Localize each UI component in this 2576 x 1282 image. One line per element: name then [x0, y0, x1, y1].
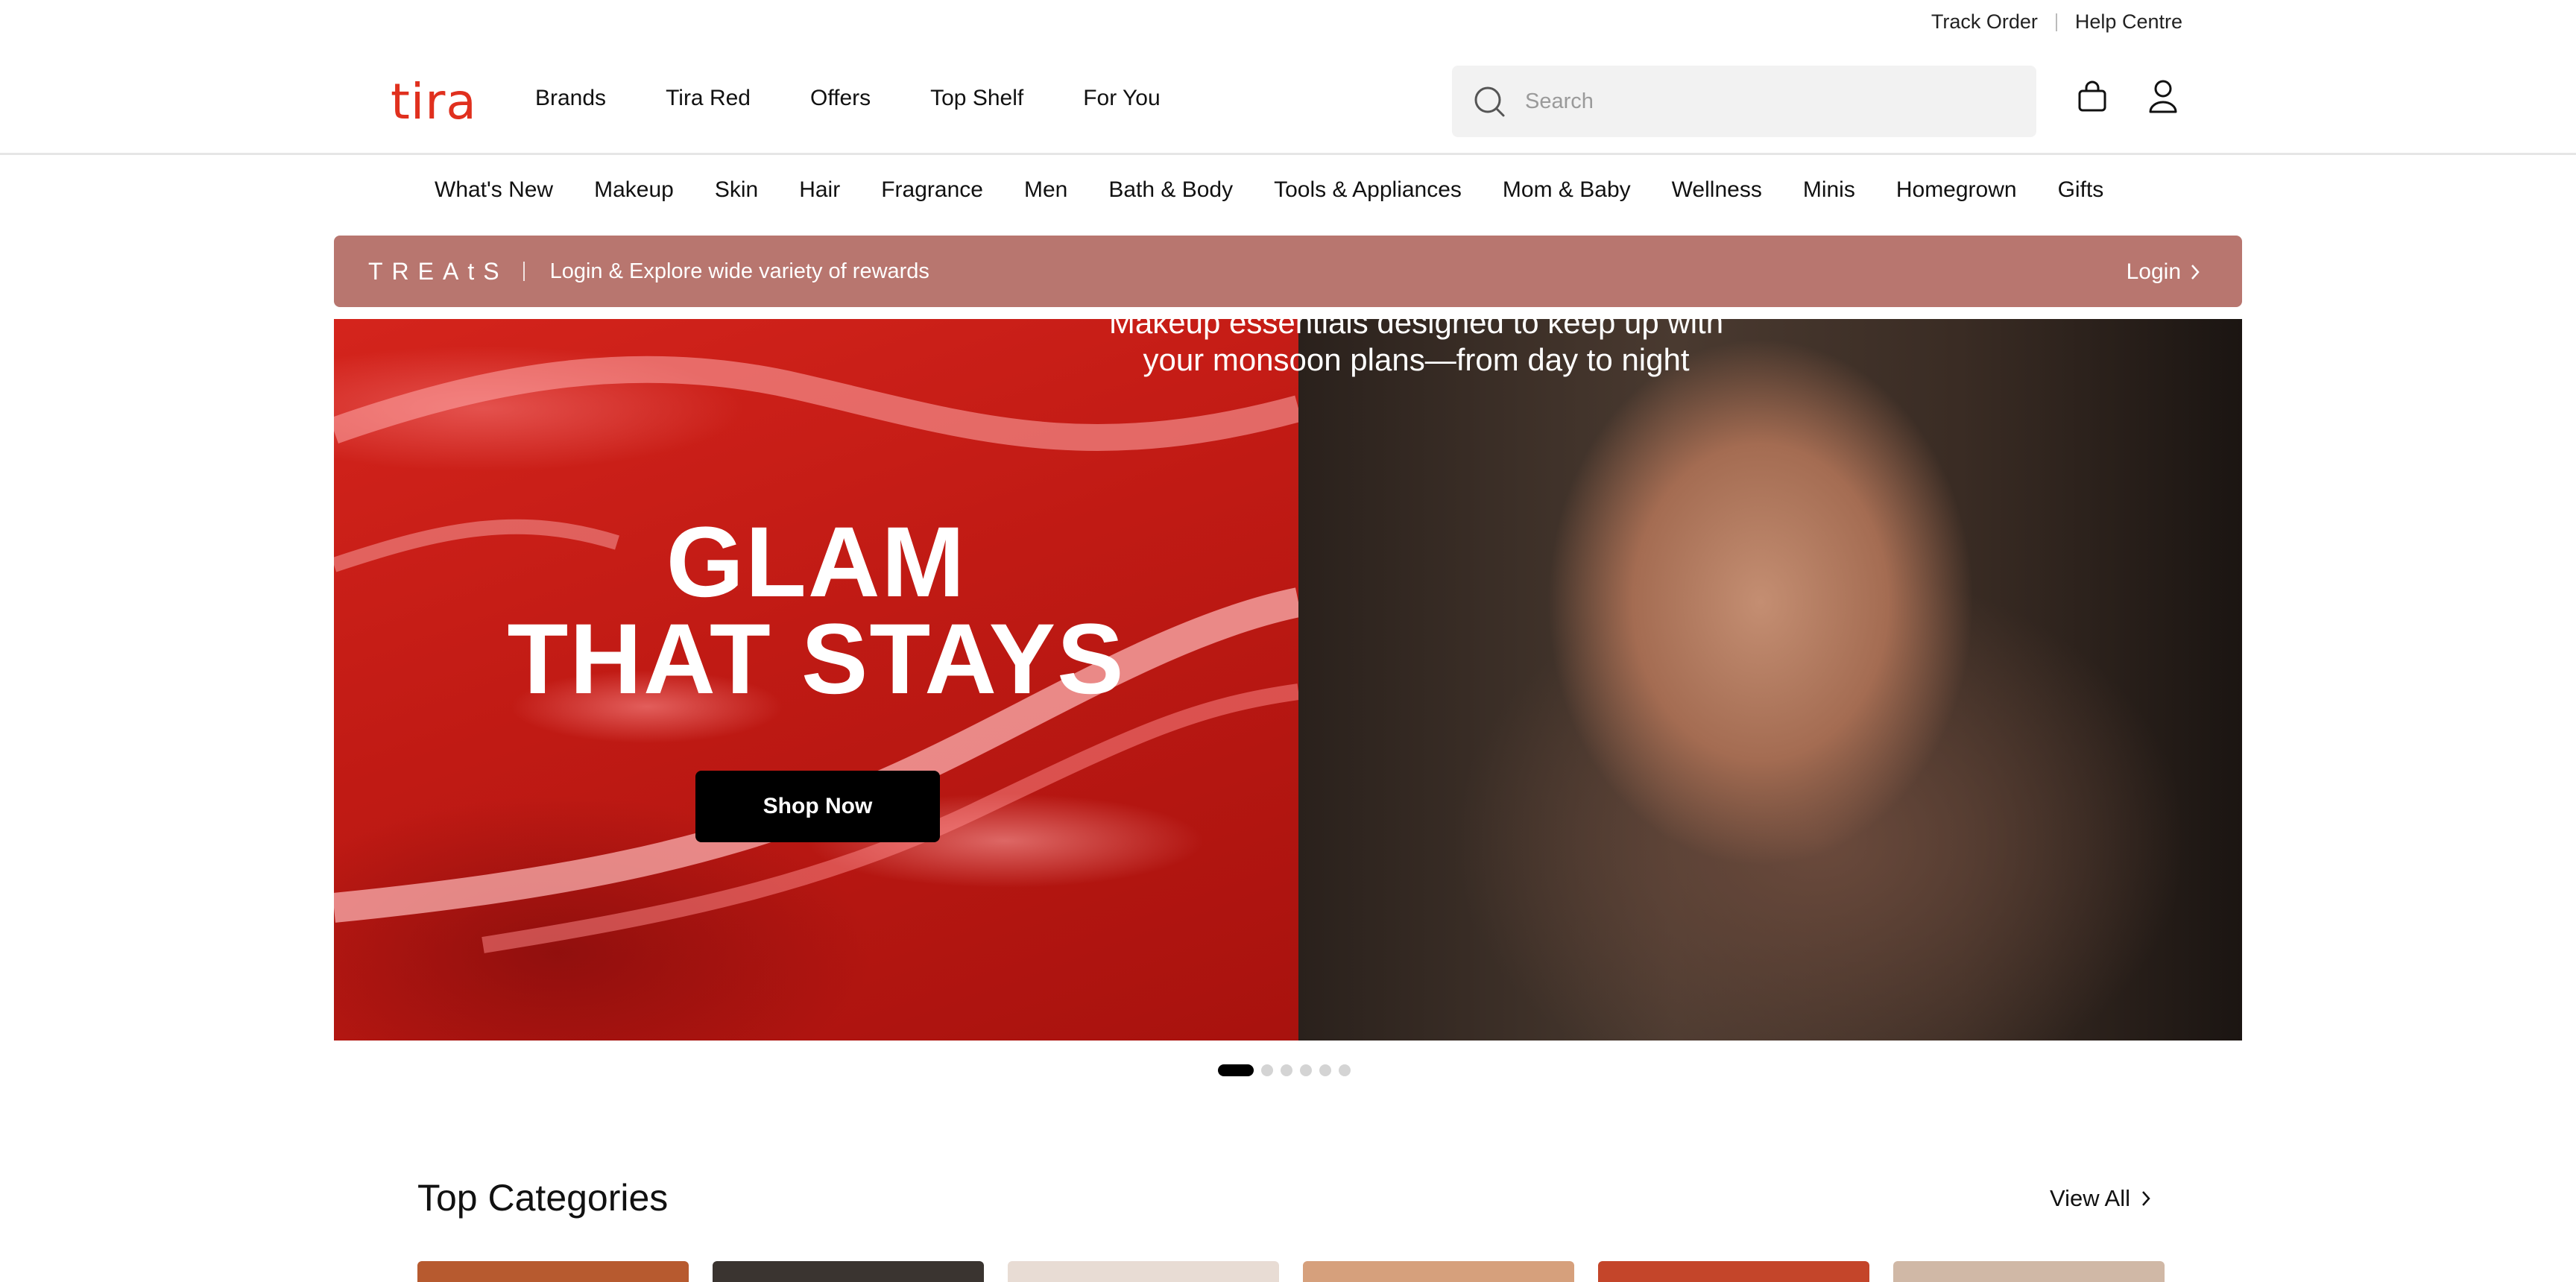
- nav-tira-red[interactable]: Tira Red: [666, 86, 751, 111]
- nav-offers[interactable]: Offers: [810, 86, 871, 111]
- category-homegrown[interactable]: Homegrown: [1896, 177, 2017, 203]
- category-minis[interactable]: Minis: [1803, 177, 1855, 203]
- search-bar[interactable]: Search: [1452, 66, 2036, 137]
- category-card[interactable]: [1303, 1261, 1574, 1282]
- nav-for-you[interactable]: For You: [1083, 86, 1160, 111]
- carousel-dot[interactable]: [1300, 1064, 1312, 1076]
- chevron-right-icon: [2191, 265, 2200, 280]
- nav-top-shelf[interactable]: Top Shelf: [930, 86, 1023, 111]
- search-icon: [1474, 86, 1505, 117]
- hero-model-image: [1298, 319, 2242, 1041]
- category-card[interactable]: [1893, 1261, 2165, 1282]
- utility-links: Track Order Help Centre: [1931, 10, 2182, 34]
- category-card[interactable]: [713, 1261, 984, 1282]
- category-card[interactable]: [1008, 1261, 1279, 1282]
- site-header: tira Brands Tira Red Offers Top Shelf Fo…: [0, 45, 2576, 155]
- carousel-dots: [1218, 1064, 1351, 1076]
- view-all-label: View All: [2050, 1185, 2130, 1211]
- category-wellness[interactable]: Wellness: [1672, 177, 1762, 203]
- shop-now-button[interactable]: Shop Now: [695, 771, 940, 842]
- category-card[interactable]: [1598, 1261, 1869, 1282]
- tira-logo[interactable]: tira: [391, 73, 477, 130]
- category-fragrance[interactable]: Fragrance: [881, 177, 983, 203]
- category-makeup[interactable]: Makeup: [594, 177, 674, 203]
- chevron-right-icon: [2142, 1191, 2150, 1206]
- category-whats-new[interactable]: What's New: [435, 177, 553, 203]
- hero-carousel[interactable]: GLAM THAT STAYS Shop Now: [334, 319, 2242, 1041]
- treats-login-button[interactable]: Login: [2127, 259, 2200, 285]
- category-card[interactable]: [417, 1261, 689, 1282]
- nav-brands[interactable]: Brands: [535, 86, 606, 111]
- divider: [2055, 13, 2057, 31]
- category-skin[interactable]: Skin: [715, 177, 758, 203]
- shopping-bag-icon[interactable]: [2077, 80, 2108, 113]
- category-men[interactable]: Men: [1024, 177, 1067, 203]
- carousel-dot[interactable]: [1281, 1064, 1292, 1076]
- carousel-dot[interactable]: [1261, 1064, 1273, 1076]
- category-nav: What's New Makeup Skin Hair Fragrance Me…: [435, 177, 2103, 203]
- carousel-dot[interactable]: [1339, 1064, 1351, 1076]
- treats-logo: TREAtS: [368, 257, 508, 285]
- divider: [523, 262, 525, 281]
- help-centre-link[interactable]: Help Centre: [2075, 10, 2182, 34]
- category-gifts[interactable]: Gifts: [2058, 177, 2104, 203]
- view-all-link[interactable]: View All: [2050, 1185, 2151, 1212]
- carousel-dot[interactable]: [1218, 1064, 1254, 1076]
- category-tools-appliances[interactable]: Tools & Appliances: [1274, 177, 1462, 203]
- hero-title: GLAM THAT STAYS: [334, 507, 1298, 715]
- hero-title-line1: GLAM: [666, 507, 967, 618]
- category-bath-body[interactable]: Bath & Body: [1108, 177, 1233, 203]
- top-categories-title: Top Categories: [417, 1177, 669, 1219]
- hero-subtitle: Makeup essentials designed to keep up wi…: [1108, 305, 1724, 377]
- treats-message: Login & Explore wide variety of rewards: [549, 259, 929, 283]
- main-nav: Brands Tira Red Offers Top Shelf For You: [535, 86, 1220, 111]
- treats-banner[interactable]: TREAtS Login & Explore wide variety of r…: [334, 236, 2242, 307]
- utility-bar: Track Order Help Centre: [0, 0, 2576, 45]
- category-hair[interactable]: Hair: [799, 177, 840, 203]
- category-mom-baby[interactable]: Mom & Baby: [1503, 177, 1631, 203]
- user-icon[interactable]: [2148, 79, 2178, 115]
- category-cards: [417, 1261, 2165, 1282]
- search-input[interactable]: Search: [1525, 89, 1594, 114]
- track-order-link[interactable]: Track Order: [1931, 10, 2038, 34]
- hero-lipstick-image: GLAM THAT STAYS Shop Now: [334, 319, 1298, 1041]
- login-label: Login: [2126, 259, 2181, 284]
- hero-title-line2: THAT STAYS: [507, 604, 1126, 715]
- carousel-dot[interactable]: [1319, 1064, 1331, 1076]
